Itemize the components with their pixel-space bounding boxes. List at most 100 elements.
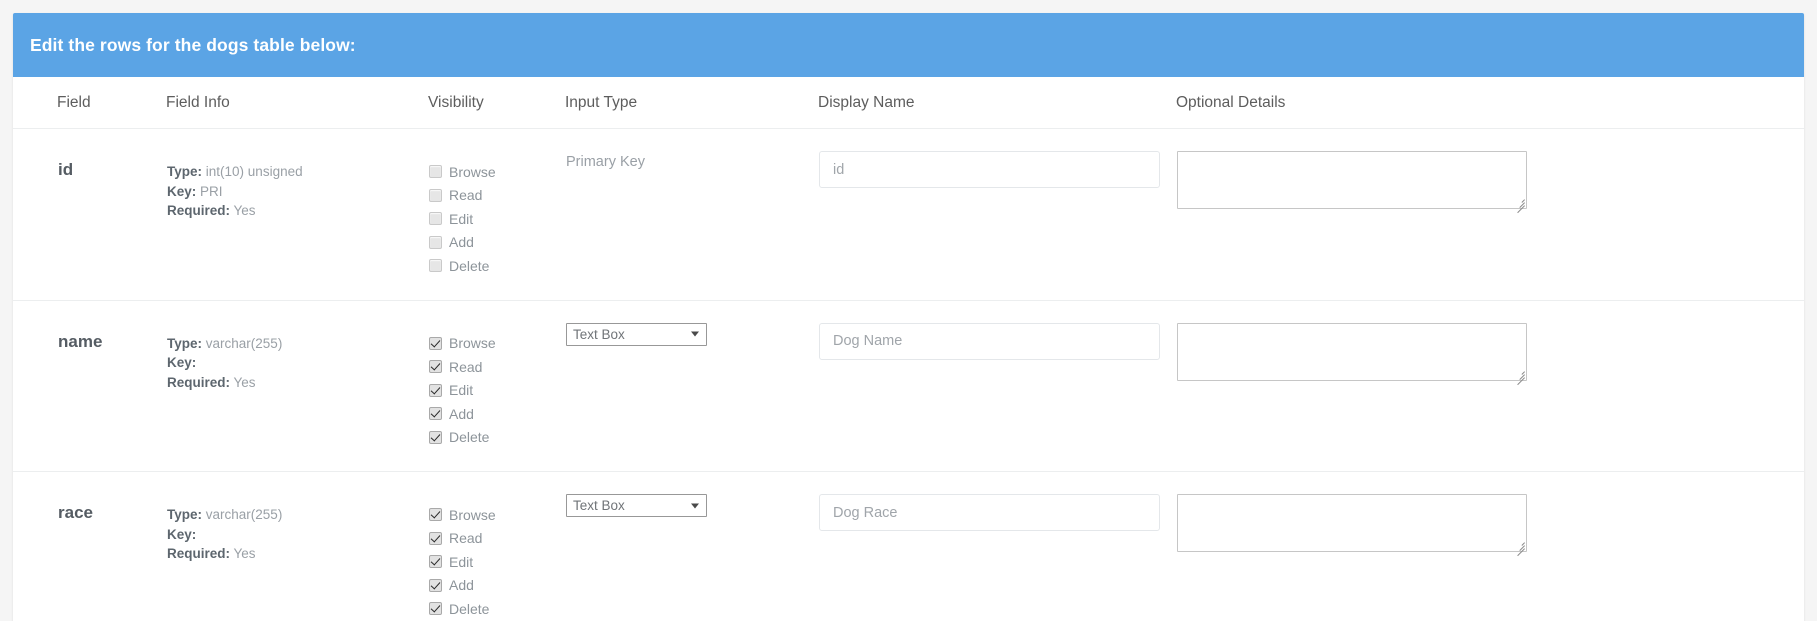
checkbox-browse-icon[interactable] xyxy=(429,508,442,522)
optional-details-textarea[interactable] xyxy=(1177,494,1527,552)
visibility-edit-label: Edit xyxy=(449,553,474,570)
visibility-browse-label: Browse xyxy=(449,506,496,523)
cell-visibility: Browse Read Edit Add Delete xyxy=(428,300,565,472)
field-info-key-label: Key: xyxy=(167,355,197,370)
field-info: Type: int(10) unsigned Key: PRI Required… xyxy=(167,151,427,221)
field-info-key-line: Key: xyxy=(167,353,427,373)
cell-display-name xyxy=(818,300,1176,472)
checkbox-read-icon[interactable] xyxy=(429,360,442,374)
table-row: name Type: varchar(255) Key: Required: Y… xyxy=(13,300,1804,472)
page-background: Edit the rows for the dogs table below: … xyxy=(0,0,1817,621)
visibility-add-label: Add xyxy=(449,405,474,422)
cell-optional-details xyxy=(1176,300,1804,472)
field-info-key-label: Key: xyxy=(167,526,197,542)
table-body: id Type: int(10) unsigned Key: PRI Requi… xyxy=(13,128,1804,621)
field-info-required-label: Required: xyxy=(167,546,231,561)
field-info-required-label: Required: xyxy=(167,374,231,390)
visibility-read-label: Read xyxy=(449,530,483,547)
checkbox-delete-icon[interactable] xyxy=(429,259,442,273)
visibility-browse-label: Browse xyxy=(449,163,496,180)
cell-field-info: Type: int(10) unsigned Key: PRI Required… xyxy=(166,128,428,301)
visibility-read-option[interactable]: Read xyxy=(429,355,564,379)
field-info-required-value: Yes xyxy=(233,374,256,390)
visibility-browse-label: Browse xyxy=(449,335,496,352)
visibility-add-option[interactable]: Add xyxy=(429,574,564,598)
checkbox-browse-icon[interactable] xyxy=(429,165,442,179)
checkbox-edit-icon[interactable] xyxy=(429,555,442,569)
visibility-checkbox-group: Browse Read Edit Add Delete xyxy=(429,151,564,278)
primary-key-text: Primary Key xyxy=(566,154,645,170)
input-type-select[interactable]: Text Box xyxy=(566,494,707,517)
optional-details-textarea[interactable] xyxy=(1177,322,1527,381)
field-info-type-value: int(10) unsigned xyxy=(205,164,303,179)
column-header-visibility: Visibility xyxy=(428,77,565,129)
cell-display-name xyxy=(818,128,1176,301)
field-info-type-label: Type: xyxy=(167,507,203,522)
field-info-key-line: Key: xyxy=(167,525,427,545)
visibility-read-option[interactable]: Read xyxy=(429,184,564,208)
visibility-delete-option[interactable]: Delete xyxy=(429,597,564,621)
visibility-delete-option[interactable]: Delete xyxy=(429,426,564,450)
table-header: Field Field Info Visibility Input Type D… xyxy=(13,77,1804,129)
optional-details-wrapper xyxy=(1177,322,1527,385)
table-row: id Type: int(10) unsigned Key: PRI Requi… xyxy=(13,128,1804,301)
cell-field-info: Type: varchar(255) Key: Required: Yes xyxy=(166,472,428,621)
cell-input-type: Text Box xyxy=(565,300,818,472)
page-title: Edit the rows for the dogs table below: xyxy=(30,34,356,55)
field-info-key-value: PRI xyxy=(200,183,223,199)
field-name: race xyxy=(58,503,93,522)
checkbox-add-icon[interactable] xyxy=(429,235,442,249)
checkbox-read-icon[interactable] xyxy=(429,188,442,202)
table-row: race Type: varchar(255) Key: Required: Y… xyxy=(13,472,1804,621)
optional-details-textarea[interactable] xyxy=(1177,151,1527,209)
rows-table: Field Field Info Visibility Input Type D… xyxy=(13,77,1804,621)
optional-details-wrapper xyxy=(1177,151,1527,214)
checkbox-add-icon[interactable] xyxy=(429,578,442,592)
display-name-input[interactable] xyxy=(819,151,1160,188)
field-name: id xyxy=(58,160,74,179)
display-name-input[interactable] xyxy=(819,322,1160,360)
visibility-browse-option[interactable]: Browse xyxy=(429,503,564,527)
visibility-read-label: Read xyxy=(449,358,483,375)
visibility-browse-option[interactable]: Browse xyxy=(429,332,564,356)
cell-visibility: Browse Read Edit Add Delete xyxy=(428,128,565,301)
checkbox-delete-icon[interactable] xyxy=(429,430,442,444)
cell-input-type: Primary Key xyxy=(565,128,818,301)
checkbox-browse-icon[interactable] xyxy=(429,336,442,350)
field-info-required-value: Yes xyxy=(233,203,256,218)
field-info-required-line: Required: Yes xyxy=(167,201,427,221)
column-header-input-type: Input Type xyxy=(565,77,818,129)
visibility-edit-option[interactable]: Edit xyxy=(429,379,564,403)
input-type-select[interactable]: Text Box xyxy=(566,322,707,346)
cell-optional-details xyxy=(1176,128,1804,301)
card-header: Edit the rows for the dogs table below: xyxy=(13,13,1804,77)
field-info-required-label: Required: xyxy=(167,203,231,218)
checkbox-edit-icon[interactable] xyxy=(429,383,442,397)
column-header-field: Field xyxy=(13,77,166,129)
visibility-read-option[interactable]: Read xyxy=(429,527,564,551)
cell-visibility: Browse Read Edit Add Delete xyxy=(428,472,565,621)
column-header-display-name: Display Name xyxy=(818,77,1176,129)
field-info-key-label: Key: xyxy=(167,183,197,199)
checkbox-delete-icon[interactable] xyxy=(429,602,442,616)
field-info-key-line: Key: PRI xyxy=(167,182,427,202)
visibility-edit-option[interactable]: Edit xyxy=(429,550,564,574)
visibility-browse-option[interactable]: Browse xyxy=(429,160,564,184)
field-info-type-line: Type: varchar(255) xyxy=(167,505,427,525)
optional-details-wrapper xyxy=(1177,494,1527,557)
field-info-required-value: Yes xyxy=(233,546,256,561)
visibility-add-option[interactable]: Add xyxy=(429,231,564,255)
visibility-edit-option[interactable]: Edit xyxy=(429,207,564,231)
field-info-type-line: Type: int(10) unsigned xyxy=(167,162,427,182)
visibility-add-option[interactable]: Add xyxy=(429,402,564,426)
visibility-delete-option[interactable]: Delete xyxy=(429,254,564,278)
input-type-select-wrapper: Text Box xyxy=(566,322,707,346)
checkbox-read-icon[interactable] xyxy=(429,531,442,545)
cell-field: name xyxy=(13,300,166,472)
visibility-edit-label: Edit xyxy=(449,382,474,399)
visibility-checkbox-group: Browse Read Edit Add Delete xyxy=(429,494,564,621)
cell-display-name xyxy=(818,472,1176,621)
checkbox-edit-icon[interactable] xyxy=(429,212,442,226)
display-name-input[interactable] xyxy=(819,494,1160,531)
checkbox-add-icon[interactable] xyxy=(429,407,442,421)
